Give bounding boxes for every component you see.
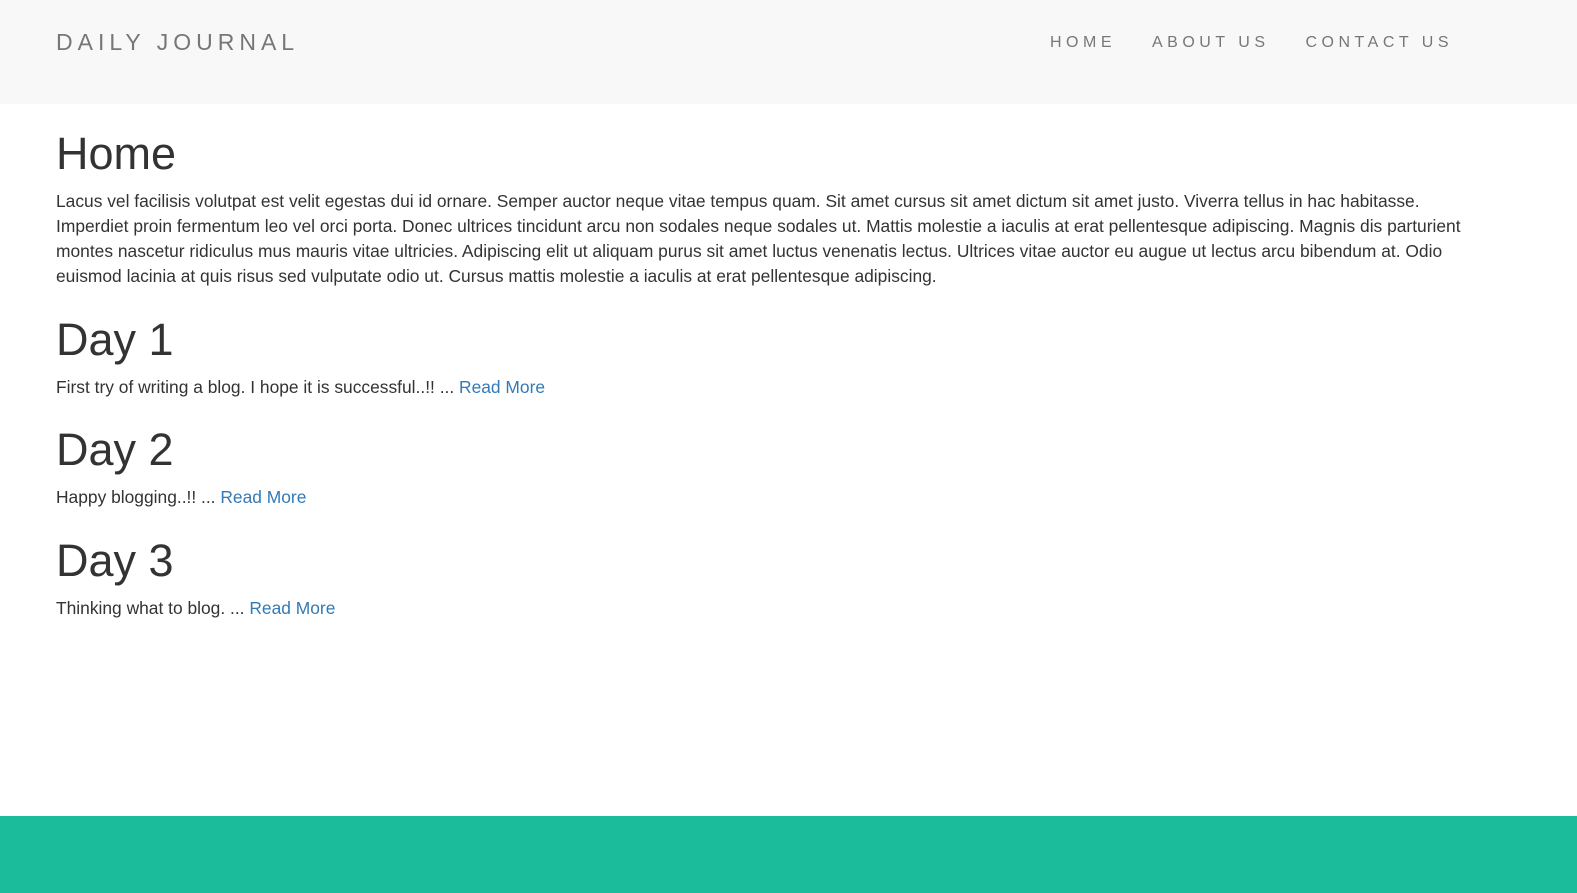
- read-more-link[interactable]: Read More: [459, 377, 545, 397]
- post-title: Day 3: [56, 535, 174, 586]
- nav-link-about-us[interactable]: ABOUT US: [1152, 34, 1270, 52]
- post-excerpt: Thinking what to blog. ... Read More: [56, 596, 1476, 620]
- intro-paragraph: Lacus vel facilisis volutpat est velit e…: [56, 191, 1461, 286]
- post-title: Day 1: [56, 314, 174, 365]
- page-title: Home: [56, 128, 177, 179]
- post-day-1: Day 1 First try of writing a blog. I hop…: [56, 314, 1476, 399]
- footer-bar: [0, 816, 1577, 893]
- nav-link-contact-us[interactable]: CONTACT US: [1306, 34, 1454, 52]
- read-more-link[interactable]: Read More: [220, 487, 306, 507]
- page: DAILY JOURNAL HOME ABOUT US CONTACT US H…: [0, 0, 1577, 893]
- read-more-link[interactable]: Read More: [249, 598, 335, 618]
- post-excerpt-text: First try of writing a blog. I hope it i…: [56, 377, 460, 397]
- post-excerpt-text: Thinking what to blog. ...: [56, 598, 250, 618]
- nav-links: HOME ABOUT US CONTACT US: [1050, 34, 1453, 52]
- post-excerpt-text: Happy blogging..!! ...: [56, 487, 221, 507]
- nav-link-home[interactable]: HOME: [1050, 34, 1116, 52]
- post-title: Day 2: [56, 424, 174, 475]
- post-excerpt: Happy blogging..!! ... Read More: [56, 485, 1476, 509]
- post-excerpt: First try of writing a blog. I hope it i…: [56, 375, 1476, 399]
- brand-logo-link[interactable]: DAILY JOURNAL: [56, 29, 299, 55]
- navbar: DAILY JOURNAL HOME ABOUT US CONTACT US: [0, 0, 1577, 104]
- post-day-3: Day 3 Thinking what to blog. ... Read Mo…: [56, 535, 1476, 620]
- post-day-2: Day 2 Happy blogging..!! ... Read More: [56, 424, 1476, 509]
